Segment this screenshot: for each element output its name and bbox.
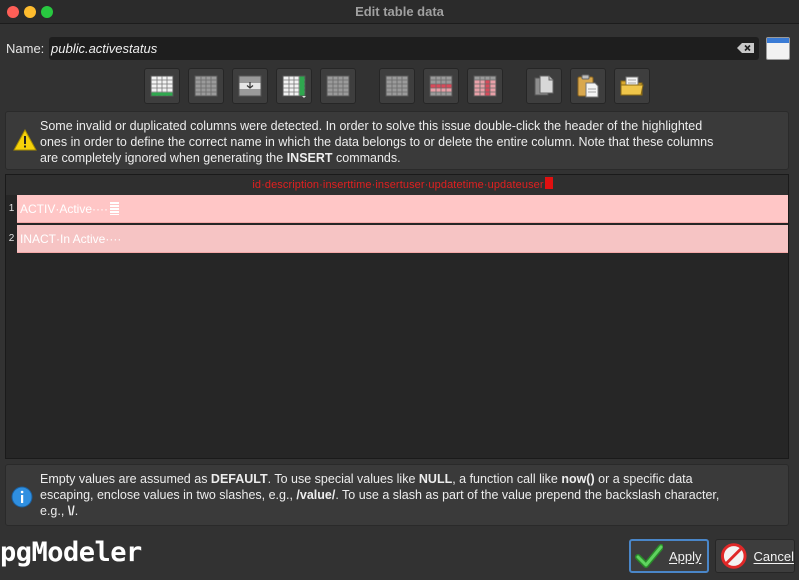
name-label: Name: (6, 41, 45, 56)
info-panel: Empty values are assumed as DEFAULT. To … (5, 464, 789, 526)
duplicate-rows-icon (238, 75, 262, 97)
delete-rows-icon (194, 75, 218, 97)
window-title: Edit table data (355, 4, 444, 19)
expand-icon[interactable] (766, 37, 790, 60)
clear-icon[interactable] (737, 43, 754, 53)
warning-text: Some invalid or duplicated columns were … (40, 119, 714, 165)
row-number[interactable]: 2 (6, 233, 17, 244)
delete-columns-button[interactable] (320, 68, 356, 104)
info-icon (11, 486, 33, 508)
apply-button[interactable]: Apply (629, 539, 709, 573)
copy-button[interactable] (526, 68, 562, 104)
table-row[interactable]: INACT·In Active···· (17, 225, 788, 253)
pgmodeler-logo: pgModeler (0, 537, 142, 568)
column-header-text: id·description·inserttime·insertuser·upd… (252, 179, 544, 191)
folder-icon (620, 76, 644, 96)
warning-panel: Some invalid or duplicated columns were … (5, 111, 789, 170)
add-row-icon (150, 75, 174, 97)
copy-icon (534, 75, 554, 96)
apply-label: Apply (669, 548, 702, 564)
text-cursor (110, 202, 119, 215)
clear-columns-button[interactable] (423, 68, 459, 104)
info-text: Empty values are assumed as DEFAULT. To … (40, 472, 720, 518)
clear-rows-icon (385, 75, 409, 97)
paste-icon (577, 74, 599, 98)
cancel-button[interactable]: Cancel (715, 539, 795, 573)
row-number[interactable]: 1 (6, 203, 17, 214)
cancel-icon (720, 543, 747, 569)
cancel-label: Cancel (753, 548, 794, 564)
delete-rows-button[interactable] (188, 68, 224, 104)
header-cursor (544, 177, 553, 189)
paste-button[interactable] (570, 68, 606, 104)
delete-columns-icon (326, 75, 350, 97)
invalid-column-header[interactable]: id·description·inserttime·insertuser·upd… (17, 175, 788, 195)
table-cell[interactable]: INACT·In Active···· (20, 232, 121, 246)
data-grid[interactable]: id·description·inserttime·insertuser·upd… (5, 174, 789, 459)
duplicate-rows-button[interactable] (232, 68, 268, 104)
clear-columns-icon (429, 75, 453, 97)
table-cell[interactable]: ACTIV·Active···· (20, 202, 119, 216)
table-row[interactable]: ACTIV·Active···· (17, 195, 788, 223)
load-csv-button[interactable] (614, 68, 650, 104)
checkmark-icon (635, 544, 663, 568)
clear-table-icon (473, 75, 497, 97)
add-row-button[interactable] (144, 68, 180, 104)
warning-icon (13, 129, 37, 151)
clear-rows-button[interactable] (379, 68, 415, 104)
name-value: public.activestatus (51, 41, 158, 56)
add-column-icon (282, 75, 306, 98)
add-column-button[interactable] (276, 68, 312, 104)
clear-table-button[interactable] (467, 68, 503, 104)
title-bar: Edit table data (0, 0, 799, 24)
grid-corner[interactable] (6, 175, 17, 195)
